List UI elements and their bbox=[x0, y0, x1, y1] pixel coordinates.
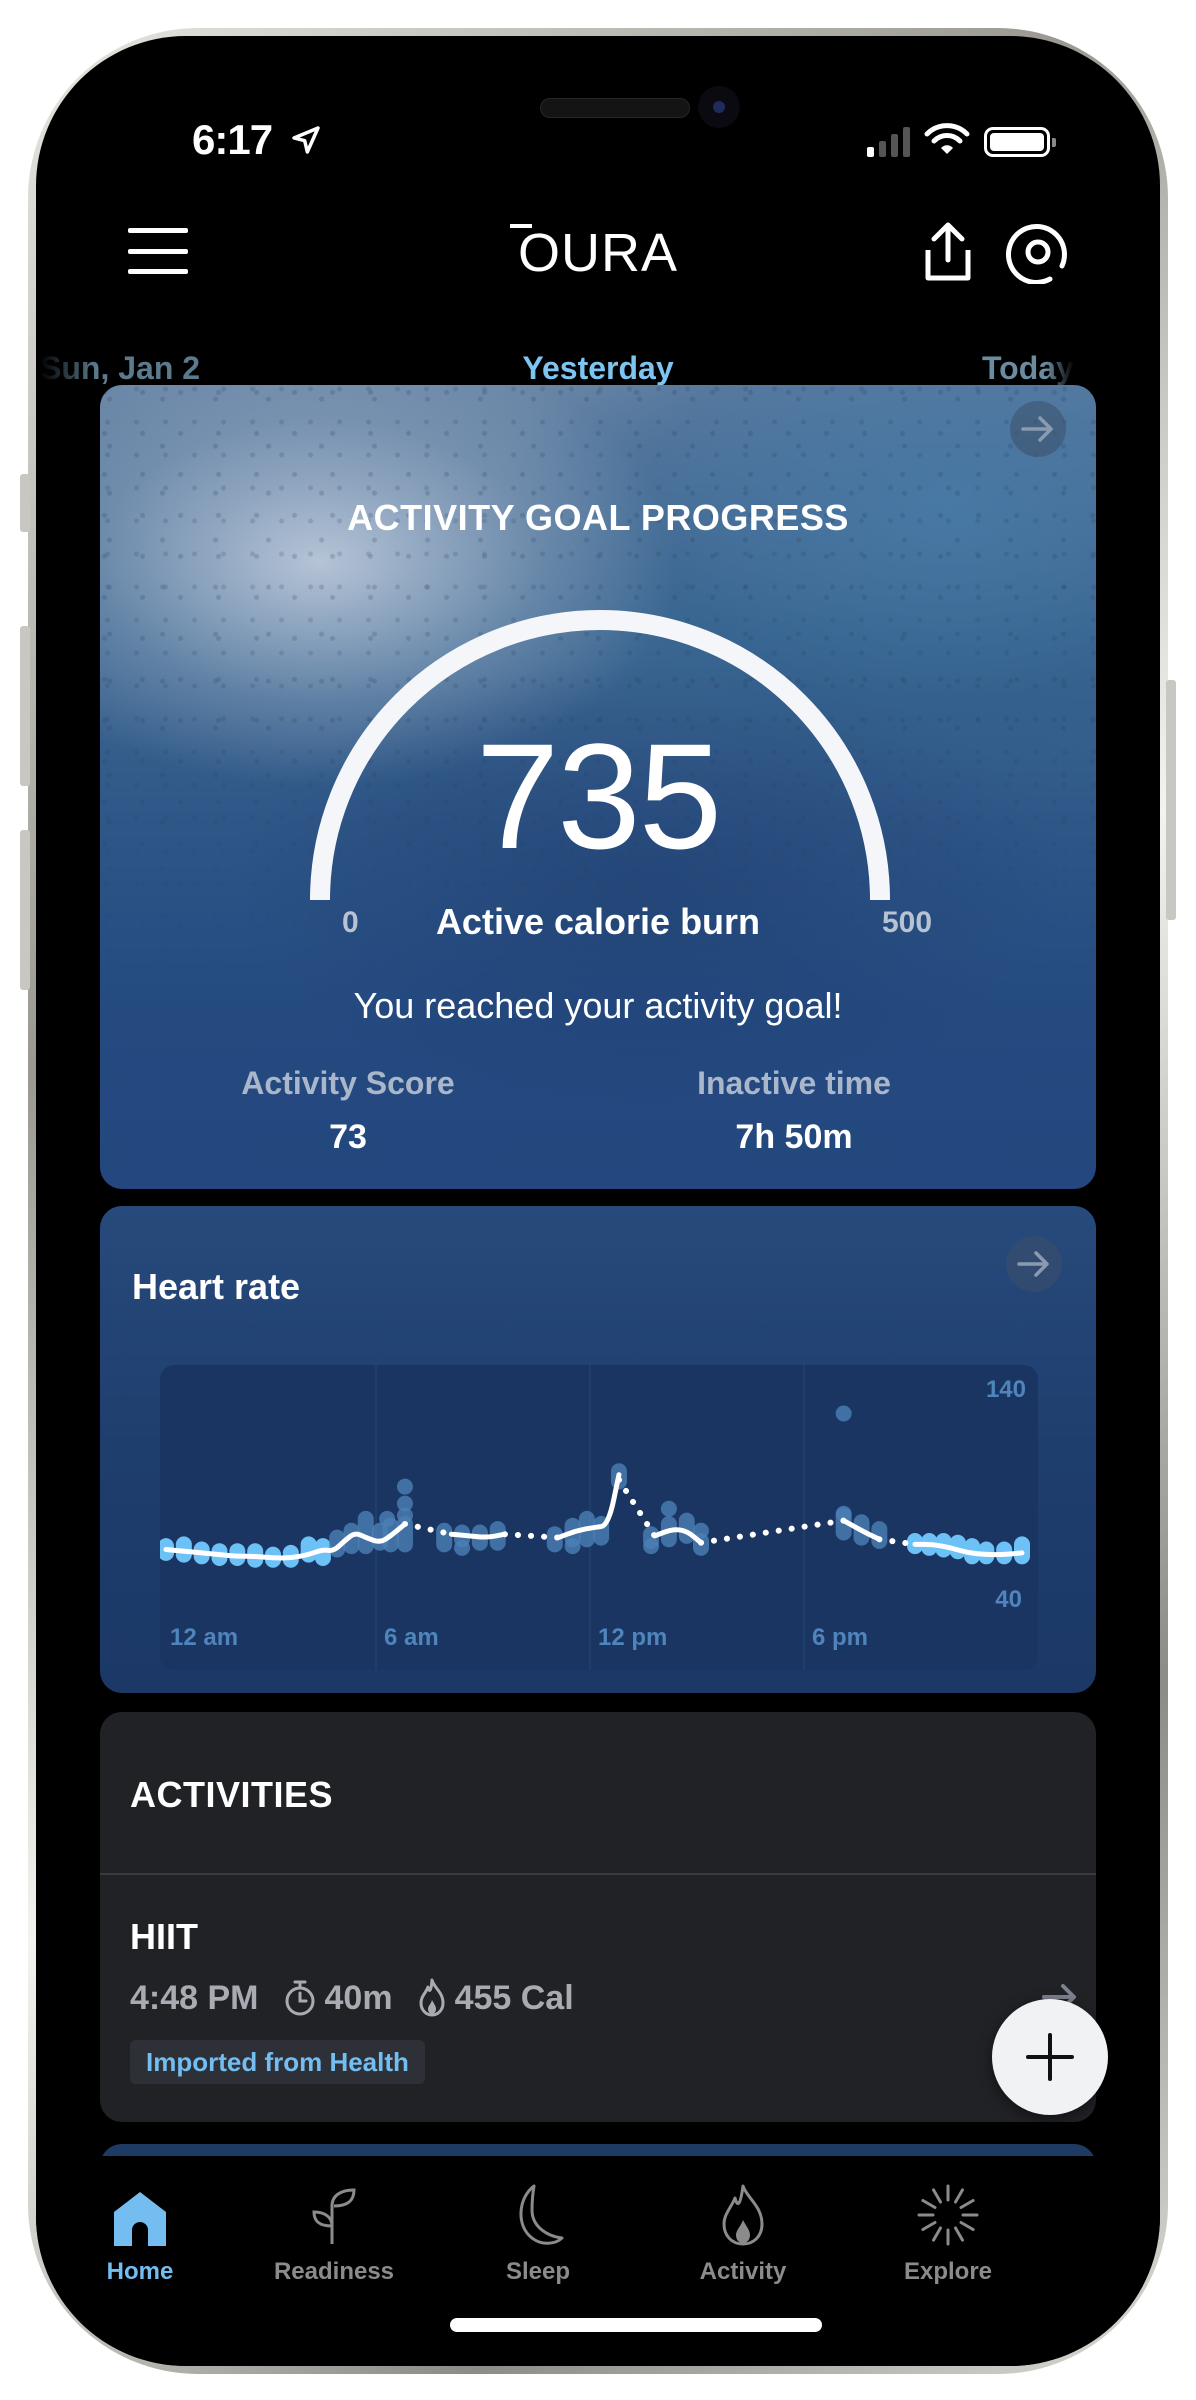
hr-trend-line bbox=[448, 1531, 508, 1540]
activity-goal-card[interactable]: ACTIVITY GOAL PROGRESS 735 0 Active calo… bbox=[100, 385, 1096, 1189]
home-indicator bbox=[450, 2318, 822, 2332]
inactive-time-stat: Inactive time 7h 50m bbox=[624, 1065, 964, 1157]
hr-x-tick-label: 6 am bbox=[384, 1624, 439, 1651]
location-arrow-icon bbox=[290, 124, 322, 161]
gauge-max-label: 500 bbox=[882, 906, 933, 939]
sprout-icon bbox=[312, 2188, 356, 2244]
stopwatch-icon bbox=[285, 1980, 314, 2016]
tab-home-label: Home bbox=[106, 2258, 174, 2285]
flame-icon bbox=[419, 1978, 445, 2017]
front-camera bbox=[698, 86, 740, 128]
side-button-volume-down bbox=[20, 830, 30, 990]
moon-icon bbox=[519, 2184, 564, 2245]
side-button-silent bbox=[20, 474, 30, 532]
heart-rate-chart: 12 am 6 am 12 pm 6 pm 140 40 bbox=[160, 1365, 1038, 1670]
phone-screen: 6:17 OURA Sun, Jan 2 Yesterday Today ACT… bbox=[36, 36, 1160, 2366]
goal-card-arrow-button[interactable] bbox=[1010, 401, 1066, 457]
status-time: 6:17 bbox=[192, 116, 273, 163]
activities-divider bbox=[100, 1873, 1096, 1875]
heart-rate-plot: 12 am 6 am 12 pm 6 pm 140 40 bbox=[160, 1365, 1030, 1670]
hr-outlier-point bbox=[396, 1478, 413, 1495]
side-button-volume-up bbox=[20, 626, 30, 786]
activity-score-stat: Activity Score 73 bbox=[178, 1065, 518, 1157]
heart-rate-title: Heart rate bbox=[132, 1266, 301, 1307]
tab-explore-label: Explore bbox=[903, 2258, 993, 2285]
status-icons bbox=[867, 122, 1056, 161]
activities-title: ACTIVITIES bbox=[130, 1774, 334, 1815]
activity-name: HIIT bbox=[130, 1916, 198, 1957]
activity-score-label: Activity Score bbox=[241, 1065, 455, 1101]
tab-readiness-label: Readiness bbox=[273, 2258, 395, 2285]
calorie-value: 735 bbox=[475, 712, 722, 880]
share-button[interactable] bbox=[920, 220, 976, 284]
goal-message: You reached your activity goal! bbox=[353, 985, 843, 1026]
tab-explore[interactable]: Explore bbox=[868, 2176, 1028, 2286]
side-button-power bbox=[1166, 680, 1176, 920]
activity-duration: 40m bbox=[283, 1979, 393, 2018]
goal-card-title: ACTIVITY GOAL PROGRESS bbox=[347, 497, 849, 538]
hr-y-max-label: 140 bbox=[986, 1376, 1026, 1403]
wifi-icon bbox=[924, 122, 970, 161]
hr-x-tick-label: 12 pm bbox=[598, 1624, 667, 1651]
imported-badge: Imported from Health bbox=[130, 2040, 425, 2084]
date-tab-today[interactable]: Today bbox=[982, 350, 1074, 387]
activity-start-time: 4:48 PM bbox=[130, 1978, 259, 2017]
activity-calories-value: 455 Cal bbox=[454, 1978, 574, 2017]
tab-readiness[interactable]: Readiness bbox=[254, 2176, 414, 2286]
activity-score-value: 73 bbox=[329, 1118, 367, 1156]
activity-meta: 4:48 PM 40m 455 Cal bbox=[130, 1978, 584, 2018]
inactive-time-label: Inactive time bbox=[697, 1065, 891, 1101]
arrow-right-icon bbox=[1017, 1251, 1049, 1277]
sunburst-ray bbox=[959, 2221, 975, 2231]
sunburst-ray bbox=[954, 2226, 964, 2242]
hr-outlier-point bbox=[835, 1405, 852, 1422]
plus-icon bbox=[1026, 2033, 1074, 2081]
hr-outlier-point bbox=[379, 1510, 396, 1527]
hr-y-min-label: 40 bbox=[995, 1586, 1022, 1613]
cellular-signal-icon bbox=[867, 126, 910, 157]
tab-sleep-label: Sleep bbox=[505, 2258, 571, 2285]
flame-icon bbox=[722, 2184, 764, 2246]
hr-outlier-point bbox=[564, 1538, 581, 1555]
hr-outlier-point bbox=[660, 1500, 677, 1517]
activity-calories: 455 Cal bbox=[417, 1978, 574, 2018]
home-icon bbox=[114, 2192, 166, 2246]
activity-duration-value: 40m bbox=[324, 1978, 393, 2017]
oura-logo: OURA bbox=[517, 223, 678, 283]
sunburst-ray bbox=[932, 2226, 942, 2242]
ring-icon bbox=[1006, 224, 1067, 285]
inactive-time-value: 7h 50m bbox=[735, 1118, 853, 1156]
tab-activity[interactable]: Activity bbox=[663, 2176, 823, 2286]
sunburst-icon bbox=[917, 2184, 979, 2246]
arrow-right-icon bbox=[1021, 416, 1053, 442]
tab-sleep[interactable]: Sleep bbox=[458, 2176, 618, 2286]
logo-macron bbox=[510, 224, 532, 228]
earpiece-speaker bbox=[540, 98, 690, 118]
sunburst-ray bbox=[932, 2188, 942, 2204]
sunburst-ray bbox=[954, 2188, 964, 2204]
battery-icon bbox=[984, 126, 1056, 157]
sunburst-ray bbox=[921, 2221, 937, 2231]
calorie-label: Active calorie burn bbox=[435, 901, 761, 942]
hr-x-tick-label: 12 am bbox=[170, 1624, 238, 1651]
ring-button[interactable] bbox=[1006, 220, 1070, 285]
share-icon bbox=[925, 222, 971, 281]
hr-gap-dotted-line bbox=[698, 1517, 847, 1546]
hr-outlier-point bbox=[454, 1539, 471, 1556]
sunburst-ray bbox=[921, 2199, 937, 2209]
tab-home[interactable]: Home bbox=[60, 2176, 220, 2286]
sunburst-ray bbox=[959, 2199, 975, 2209]
heart-rate-arrow-button[interactable] bbox=[1006, 1236, 1062, 1292]
tab-activity-label: Activity bbox=[699, 2258, 787, 2285]
add-activity-button[interactable] bbox=[992, 1999, 1108, 2115]
hr-outlier-point bbox=[643, 1538, 660, 1555]
hr-x-tick-label: 6 pm bbox=[812, 1624, 868, 1651]
